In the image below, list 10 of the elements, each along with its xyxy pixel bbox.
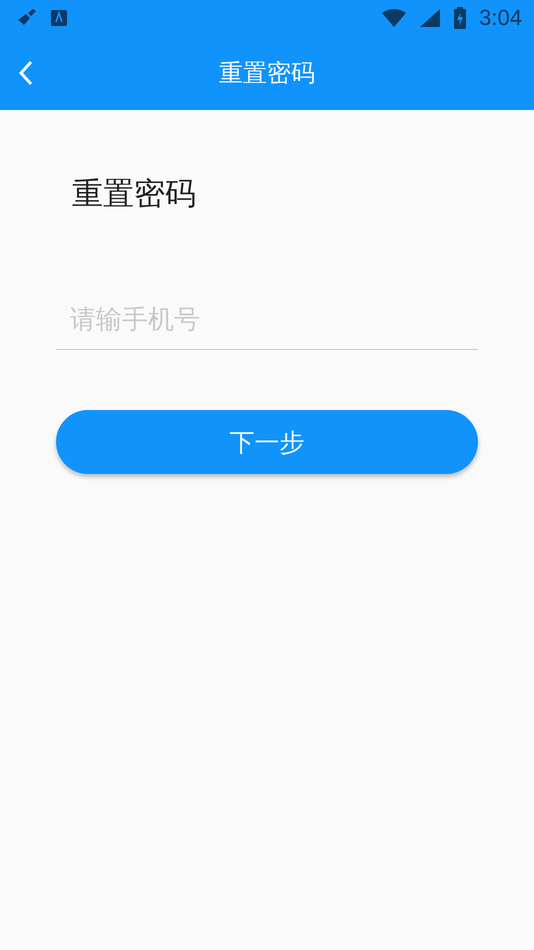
page-heading: 重置密码 (72, 176, 197, 212)
brush-icon (16, 8, 38, 28)
back-icon[interactable] (18, 60, 34, 86)
keyboard-icon (50, 8, 68, 28)
wifi-icon (381, 8, 408, 28)
next-button[interactable]: 下一步 (56, 410, 478, 474)
status-time: 3:04 (479, 5, 522, 31)
signal-icon (419, 8, 442, 28)
battery-icon (453, 7, 468, 29)
app-bar-title: 重置密码 (219, 58, 315, 89)
